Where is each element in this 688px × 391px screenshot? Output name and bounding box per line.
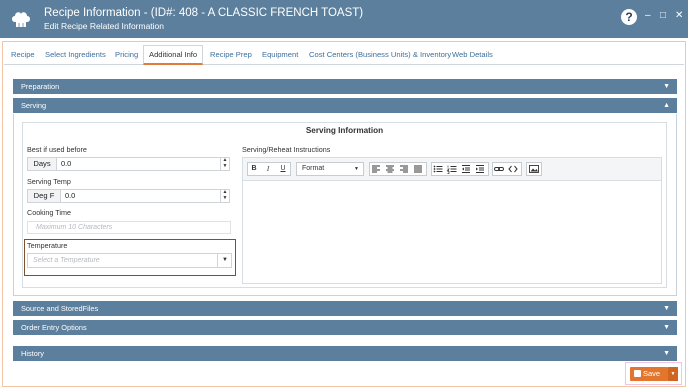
tab-equipment[interactable]: Equipment <box>262 45 298 65</box>
preparation-section-header[interactable]: Preparation ▼ <box>13 79 677 94</box>
format-select[interactable]: Format ▼ <box>296 162 364 176</box>
best-if-used-spinner[interactable]: ▲ ▼ <box>220 157 229 171</box>
deg-f-unit-label: Deg F <box>27 189 61 203</box>
source-section-header[interactable]: Source and StoredFiles ▼ <box>13 301 677 316</box>
instructions-label: Serving/Reheat Instructions <box>242 145 331 154</box>
code-icon[interactable] <box>507 163 519 175</box>
chevron-down-icon: ▼ <box>663 324 670 331</box>
section-title: History <box>21 349 44 358</box>
serving-temp-label: Serving Temp <box>27 177 71 186</box>
tab-bar: Recipe Select Ingredients Pricing Additi… <box>4 45 684 65</box>
tab-select-ingredients[interactable]: Select Ingredients <box>45 45 106 65</box>
tab-pricing[interactable]: Pricing <box>115 45 138 65</box>
align-center-icon[interactable] <box>384 163 396 175</box>
tab-cost-centers[interactable]: Cost Centers (Business Units) & Inventor… <box>309 45 451 65</box>
align-left-icon[interactable] <box>370 163 382 175</box>
temperature-select[interactable]: Select a Temperature <box>27 253 232 268</box>
link-icon[interactable] <box>493 163 505 175</box>
chevron-down-icon: ▼ <box>663 83 670 90</box>
cooking-time-input[interactable]: Maximum 10 Characters <box>27 221 231 234</box>
chevron-down-icon: ▼ <box>663 305 670 312</box>
temperature-label: Temperature <box>27 241 68 250</box>
best-if-used-label: Best if used before <box>27 145 87 154</box>
days-unit-label: Days <box>27 157 57 171</box>
serving-temp-spinner[interactable]: ▲ ▼ <box>220 189 229 203</box>
close-button[interactable]: ✕ <box>675 10 683 22</box>
section-title: Source and StoredFiles <box>21 304 99 313</box>
chevron-down-icon: ▼ <box>354 166 359 172</box>
order-entry-section-header[interactable]: Order Entry Options ▼ <box>13 320 677 335</box>
maximize-button[interactable]: □ <box>660 10 666 22</box>
save-icon <box>634 370 641 377</box>
title-bar: Recipe Information - (ID#: 408 - A CLASS… <box>0 0 688 38</box>
indent-icon[interactable] <box>474 163 486 175</box>
save-button[interactable]: Save <box>630 367 668 381</box>
section-title: Order Entry Options <box>21 323 87 332</box>
tab-additional-info[interactable]: Additional Info <box>143 45 204 65</box>
best-if-used-input[interactable]: 0.0 <box>56 157 230 171</box>
serving-heading: Serving Information <box>305 126 384 135</box>
serving-temp-input[interactable]: 0.0 <box>60 189 230 203</box>
underline-icon[interactable]: U <box>277 163 289 175</box>
chef-hat-icon <box>12 12 30 27</box>
window-title: Recipe Information - (ID#: 408 - A CLASS… <box>44 7 364 19</box>
italic-icon[interactable]: I <box>262 163 274 175</box>
image-icon[interactable] <box>528 163 540 175</box>
section-title: Preparation <box>21 82 60 91</box>
align-right-icon[interactable] <box>398 163 410 175</box>
save-label: Save <box>643 369 661 378</box>
tab-recipe[interactable]: Recipe <box>11 45 35 65</box>
bullet-list-icon[interactable] <box>432 163 444 175</box>
justify-icon[interactable] <box>412 163 424 175</box>
chevron-down-icon[interactable]: ▼ <box>668 367 678 381</box>
chevron-up-icon: ▲ <box>663 102 670 109</box>
format-label: Format <box>302 165 325 172</box>
bold-icon[interactable]: B <box>248 163 260 175</box>
outdent-icon[interactable] <box>460 163 472 175</box>
cooking-time-label: Cooking Time <box>27 208 71 217</box>
serving-section-header[interactable]: Serving ▲ <box>13 98 677 113</box>
minimize-button[interactable]: – <box>645 10 651 22</box>
section-title: Serving <box>21 101 47 110</box>
history-section-header[interactable]: History ▼ <box>13 346 677 361</box>
chevron-down-icon[interactable]: ▼ <box>217 253 232 268</box>
tab-web-details[interactable]: Web Details <box>452 45 493 65</box>
chevron-down-icon: ▼ <box>663 350 670 357</box>
help-button[interactable]: ? <box>621 9 637 25</box>
tab-recipe-prep[interactable]: Recipe Prep <box>210 45 252 65</box>
numbered-list-icon[interactable] <box>446 163 458 175</box>
window-subtitle: Edit Recipe Related Information <box>44 21 165 31</box>
